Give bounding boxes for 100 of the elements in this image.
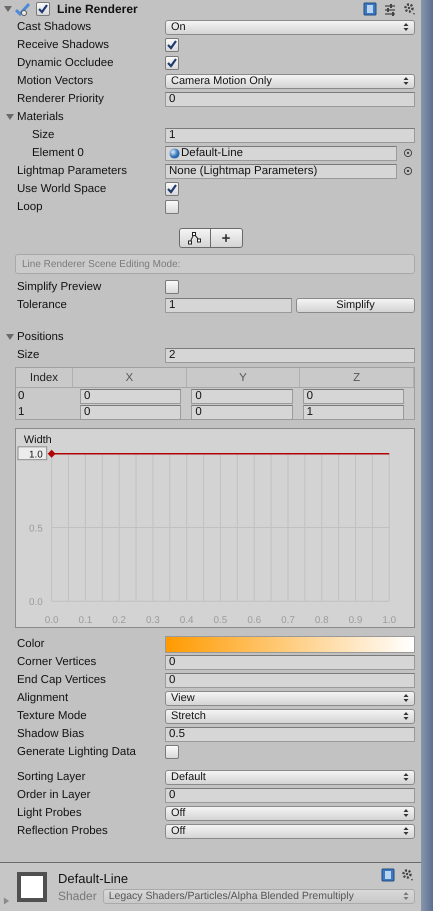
keyframe-icon[interactable] — [48, 450, 56, 458]
dropdown[interactable]: Default — [165, 770, 415, 784]
foldout-label[interactable]: Positions — [17, 331, 64, 343]
input-field[interactable]: 0.5 — [165, 726, 415, 742]
updown-arrows-icon — [403, 711, 409, 721]
foldout-arrow-icon[interactable] — [6, 333, 14, 341]
property-label: Light Probes — [17, 807, 83, 819]
axis-tick-label: 1.0 — [29, 450, 43, 461]
dropdown[interactable]: Off — [165, 806, 415, 820]
input-field[interactable]: 0 — [165, 788, 415, 802]
checkbox[interactable] — [165, 200, 179, 214]
dropdown[interactable]: Stretch — [165, 708, 415, 724]
checkbox[interactable] — [165, 56, 179, 70]
updown-arrows-icon — [403, 826, 409, 836]
simplify-button[interactable]: Simplify — [296, 298, 415, 312]
property-label: Lightmap Parameters — [17, 165, 128, 177]
axis-tick-label: 0.0 — [44, 615, 59, 626]
enabled-checkbox[interactable] — [36, 2, 50, 16]
property-label: End Cap Vertices — [17, 674, 107, 686]
sphere-icon — [169, 148, 180, 158]
curve-editor[interactable]: Width 0.0 0.5 1.0 0.0 0.1 0.2 0.3 0.4 0.5 0.6 0.7 0.8 0.9 1.0 — [15, 428, 415, 628]
property-label: Sorting Layer — [17, 771, 86, 783]
axis-tick-label: 0.5 — [214, 615, 228, 626]
input-field[interactable]: 1 — [165, 128, 415, 142]
help-book-icon[interactable] — [363, 2, 377, 16]
table-input-field[interactable]: 1 — [302, 404, 404, 420]
property-label: Tolerance — [17, 299, 68, 311]
updown-arrows-icon — [403, 693, 409, 703]
property-label: Receive Shadows — [17, 39, 110, 51]
input-field[interactable]: 0 — [165, 672, 415, 688]
property-label: Renderer Priority — [17, 93, 105, 105]
input-field[interactable]: 0 — [165, 92, 415, 106]
checkbox[interactable] — [165, 280, 179, 294]
table-input-field[interactable]: 0 — [80, 388, 182, 404]
material-name: Default-Line — [58, 870, 128, 886]
property-label: Texture Mode — [17, 710, 88, 722]
foldout-arrow-icon[interactable] — [6, 113, 14, 121]
axis-tick-label: 0.2 — [112, 615, 126, 626]
settings-icon[interactable] — [401, 868, 415, 882]
property-label: Element 0 — [32, 147, 85, 159]
updown-arrows-icon — [403, 808, 409, 818]
column-header[interactable]: Y — [186, 368, 300, 387]
input-field[interactable]: 0 — [165, 654, 415, 670]
table-input-field[interactable]: 0 — [191, 388, 293, 404]
axis-tick-label: 1.0 — [382, 615, 396, 626]
foldout-arrow-icon[interactable] — [4, 5, 12, 13]
table-input-field[interactable]: 0 — [191, 404, 293, 420]
object-field[interactable]: Default-Line — [165, 146, 397, 160]
table-input-field[interactable]: 0 — [302, 388, 404, 404]
axis-tick-label: 0.5 — [29, 523, 43, 534]
column-header[interactable]: Z — [300, 368, 414, 387]
axis-tick-label: 0.6 — [247, 615, 262, 626]
index-cell-text: 0 — [17, 390, 26, 402]
axis-tick-label: 0.9 — [348, 615, 362, 626]
input-field[interactable]: 2 — [165, 348, 415, 362]
property-label: Reflection Probes — [17, 825, 109, 837]
component-title: Line Renderer — [57, 2, 138, 16]
updown-arrows-icon — [403, 772, 409, 782]
property-label: Generate Lighting Data — [17, 746, 137, 758]
checkbox[interactable] — [165, 745, 179, 759]
property-label: Loop — [17, 201, 44, 213]
property-label: Color — [17, 638, 46, 650]
checkbox[interactable] — [165, 182, 179, 196]
property-label: Simplify Preview — [17, 281, 102, 293]
sliders-icon[interactable] — [383, 2, 397, 16]
updown-arrows-icon — [403, 76, 409, 86]
property-label: Cast Shadows — [17, 21, 92, 33]
column-header[interactable]: Index — [16, 368, 73, 387]
axis-tick-label: 0.1 — [78, 615, 92, 626]
dropdown[interactable]: Off — [165, 824, 415, 838]
object-field[interactable]: None (Lightmap Parameters) — [165, 164, 397, 178]
axis-tick-label: 0.7 — [281, 615, 295, 626]
scene-editing-mode-box: Line Renderer Scene Editing Mode: — [15, 254, 415, 274]
axis-tick-label: 0.8 — [314, 615, 329, 626]
property-label: Size — [32, 129, 56, 141]
property-label: Shadow Bias — [17, 728, 86, 740]
shader-dropdown[interactable]: Legacy Shaders/Particles/Alpha Blended Premultiply — [102, 888, 415, 904]
point-path-icon — [186, 231, 202, 245]
gradient-field[interactable] — [165, 636, 415, 652]
dropdown[interactable]: View — [165, 690, 415, 706]
keyframe-value-box — [18, 446, 48, 460]
input-field[interactable]: 1 — [165, 298, 292, 312]
settings-icon[interactable] — [403, 2, 417, 16]
property-label: Use World Space — [17, 183, 108, 195]
chart-title: Width — [24, 434, 52, 446]
line-renderer-icon — [15, 1, 31, 17]
foldout-label[interactable]: Materials — [17, 111, 64, 123]
property-label: Order in Layer — [17, 789, 92, 801]
add-point-button[interactable]: + — [210, 228, 242, 248]
property-label: Dynamic Occludee — [17, 57, 115, 69]
property-label: Motion Vectors — [17, 75, 94, 87]
dropdown[interactable]: Camera Motion Only — [165, 74, 415, 88]
help-book-icon[interactable] — [381, 868, 395, 882]
axis-tick-label: 0.3 — [146, 615, 160, 626]
dropdown[interactable]: On — [165, 20, 415, 34]
edit-points-button[interactable] — [178, 228, 210, 248]
table-input-field[interactable]: 0 — [80, 404, 182, 420]
column-header[interactable]: X — [73, 368, 187, 387]
checkbox[interactable] — [165, 38, 179, 52]
property-label: Corner Vertices — [17, 656, 98, 668]
